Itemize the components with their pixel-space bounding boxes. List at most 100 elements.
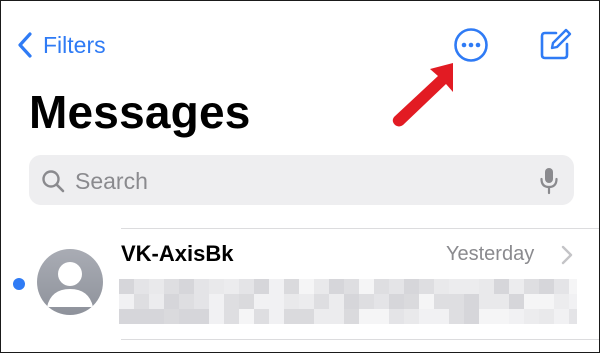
preview-pixel	[134, 294, 149, 309]
preview-pixel	[164, 279, 179, 294]
preview-pixel	[464, 294, 479, 309]
preview-pixel	[344, 279, 359, 294]
page-title: Messages	[29, 86, 251, 138]
preview-pixel	[209, 279, 224, 294]
preview-pixel	[539, 309, 554, 324]
preview-pixel	[539, 294, 554, 309]
preview-pixel	[164, 309, 179, 324]
preview-pixel	[314, 294, 329, 309]
avatar	[37, 249, 103, 315]
preview-pixel	[344, 309, 359, 324]
preview-pixel	[329, 279, 344, 294]
preview-pixel	[404, 279, 419, 294]
preview-pixel	[149, 309, 164, 324]
back-label: Filters	[43, 31, 106, 58]
preview-pixel	[569, 309, 577, 324]
preview-pixel	[209, 294, 224, 309]
preview-pixel	[284, 309, 299, 324]
more-options-button[interactable]	[453, 27, 489, 63]
red-arrow-icon	[387, 59, 467, 131]
preview-pixel	[389, 279, 404, 294]
preview-pixel	[224, 309, 239, 324]
preview-pixel	[179, 279, 194, 294]
preview-pixel	[389, 309, 404, 324]
preview-pixel	[254, 309, 269, 324]
microphone-icon[interactable]	[539, 167, 559, 200]
unread-indicator	[13, 278, 25, 290]
preview-pixel	[524, 294, 539, 309]
preview-pixel	[344, 294, 359, 309]
preview-pixel	[509, 309, 524, 324]
preview-pixel	[239, 294, 254, 309]
preview-pixel	[329, 294, 344, 309]
preview-pixel	[119, 294, 134, 309]
preview-pixel	[479, 279, 494, 294]
preview-pixel	[479, 294, 494, 309]
preview-pixel	[494, 309, 509, 324]
preview-pixel	[359, 309, 374, 324]
list-divider-bottom	[121, 339, 599, 340]
preview-pixel	[524, 309, 539, 324]
preview-pixel	[389, 294, 404, 309]
preview-pixel	[149, 279, 164, 294]
preview-pixel	[359, 279, 374, 294]
preview-pixel	[269, 294, 284, 309]
preview-pixel	[419, 294, 434, 309]
preview-pixel	[314, 279, 329, 294]
preview-pixel	[404, 309, 419, 324]
preview-pixel	[299, 294, 314, 309]
chevron-left-icon	[17, 32, 33, 58]
preview-pixel	[569, 279, 577, 294]
preview-pixel	[494, 279, 509, 294]
preview-pixel	[494, 294, 509, 309]
preview-pixel	[254, 294, 269, 309]
back-button[interactable]: Filters	[17, 29, 106, 61]
preview-pixel	[194, 279, 209, 294]
preview-pixel	[554, 294, 569, 309]
preview-pixel	[434, 279, 449, 294]
preview-pixel	[554, 309, 569, 324]
preview-pixel	[194, 309, 209, 324]
preview-pixel	[404, 294, 419, 309]
preview-pixel	[539, 279, 554, 294]
preview-pixel	[194, 294, 209, 309]
messages-screen: Filters Messages Search VK-AxisBk Yester…	[0, 0, 600, 353]
preview-pixel	[284, 279, 299, 294]
preview-pixel	[134, 279, 149, 294]
preview-pixel	[419, 279, 434, 294]
sender-name: VK-AxisBk	[121, 241, 234, 266]
preview-pixel	[119, 309, 134, 324]
preview-pixel	[374, 294, 389, 309]
preview-pixel	[509, 294, 524, 309]
search-bar[interactable]	[29, 155, 574, 205]
preview-pixel	[119, 279, 134, 294]
preview-pixel	[239, 309, 254, 324]
preview-pixel	[329, 309, 344, 324]
preview-pixel	[569, 294, 577, 309]
preview-pixel	[224, 279, 239, 294]
preview-pixel	[164, 294, 179, 309]
search-input[interactable]	[73, 163, 517, 199]
preview-pixel	[434, 294, 449, 309]
preview-pixel	[374, 309, 389, 324]
person-icon	[47, 262, 93, 307]
compose-icon	[537, 28, 573, 67]
preview-pixel	[239, 279, 254, 294]
conversation-row[interactable]: VK-AxisBk Yesterday	[1, 229, 599, 329]
preview-pixel	[179, 309, 194, 324]
magnifier-icon	[41, 169, 65, 198]
preview-pixel	[269, 279, 284, 294]
preview-pixel	[359, 294, 374, 309]
preview-pixel	[449, 294, 464, 309]
preview-pixel	[374, 279, 389, 294]
message-preview-pixelated	[119, 279, 577, 325]
preview-pixel	[284, 294, 299, 309]
preview-pixel	[479, 309, 494, 324]
preview-pixel	[509, 279, 524, 294]
preview-pixel	[464, 279, 479, 294]
preview-pixel	[464, 309, 479, 324]
preview-pixel	[224, 294, 239, 309]
compose-button[interactable]	[537, 27, 573, 63]
preview-pixel	[299, 279, 314, 294]
preview-pixel	[554, 279, 569, 294]
